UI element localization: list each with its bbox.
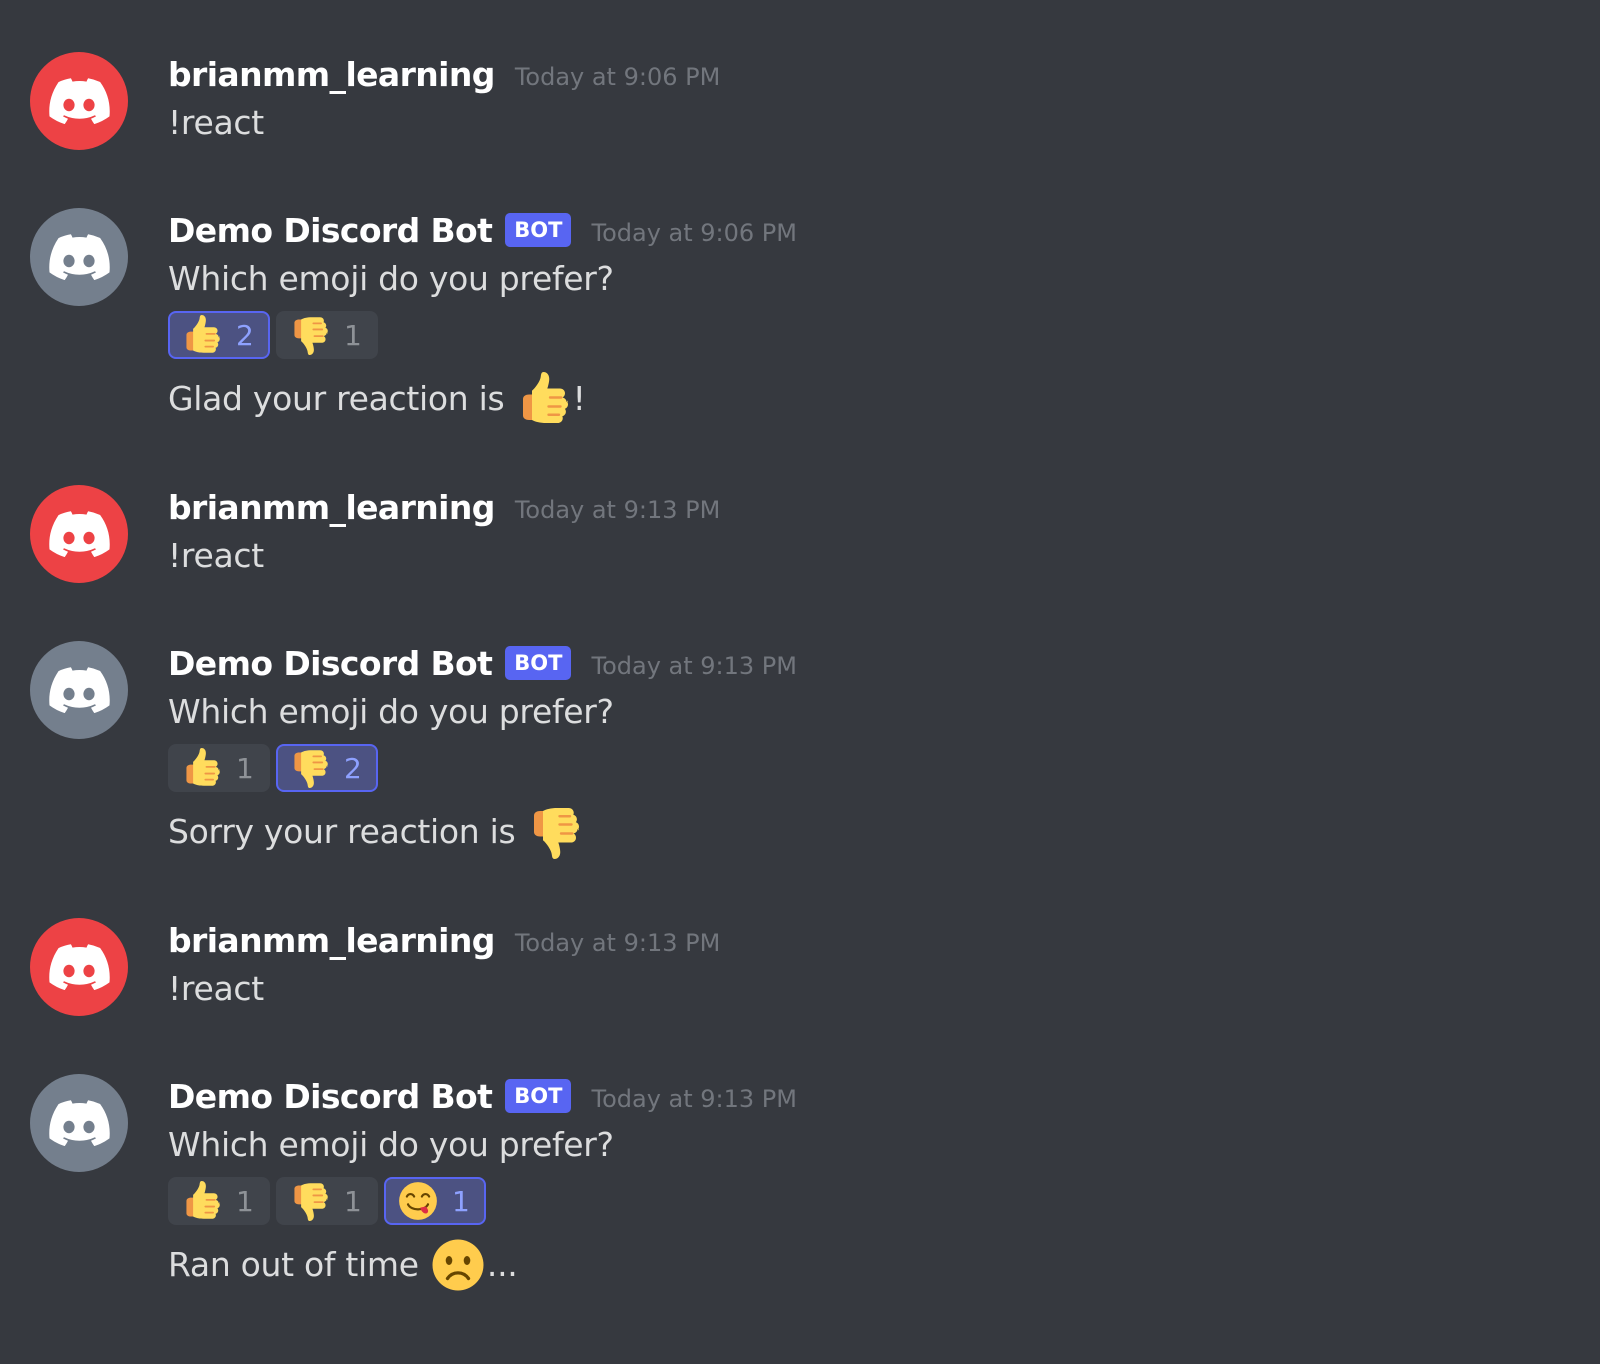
timestamp: Today at 9:13 PM (591, 1085, 797, 1113)
followup-text-before: Sorry your reaction is (168, 812, 526, 851)
bot-tag: BOT (505, 1079, 572, 1113)
timestamp: Today at 9:06 PM (514, 63, 721, 91)
message-text: Which emoji do you prefer? (168, 259, 614, 298)
thumbs-down-icon (290, 1181, 330, 1221)
reaction-bar: 12 (168, 742, 1568, 794)
username[interactable]: brianmm_learning (168, 921, 495, 960)
reaction-bar: 1 1 1 (168, 1175, 1568, 1227)
username[interactable]: brianmm_learning (168, 488, 495, 527)
message-header: Demo Discord Bot BOT Today at 9:13 PM (168, 1074, 1568, 1118)
timestamp: Today at 9:13 PM (591, 652, 797, 680)
reaction-count: 1 (236, 751, 254, 785)
reaction-thumbs-up[interactable]: 1 (168, 744, 270, 792)
reaction-count: 1 (236, 1184, 254, 1218)
message-body: Demo Discord Bot BOT Today at 9:13 PM Wh… (168, 1074, 1568, 1292)
reaction-thumbs-down[interactable]: 2 (276, 744, 378, 792)
avatar[interactable] (30, 641, 128, 739)
thumbs-up-icon (182, 315, 222, 355)
followup-text-after: ! (572, 379, 586, 418)
message-text: Which emoji do you prefer? (168, 692, 614, 731)
reaction-count: 1 (452, 1184, 470, 1218)
bot-tag: BOT (505, 213, 572, 247)
timestamp: Today at 9:13 PM (514, 929, 721, 957)
reaction-count: 1 (344, 318, 362, 352)
yum-face-icon (398, 1181, 438, 1221)
reaction-bar: 21 (168, 309, 1568, 361)
chat-message-list: brianmm_learning Today at 9:06 PM !react… (0, 0, 1600, 1364)
username[interactable]: Demo Discord Bot (168, 1077, 493, 1116)
thumbs-up-icon (182, 748, 222, 788)
reaction-yum-face[interactable]: 1 (384, 1177, 486, 1225)
followup-text-before: Glad your reaction is (168, 379, 515, 418)
message-header: brianmm_learning Today at 9:13 PM (168, 485, 1568, 529)
followup-text: Ran out of time ... (168, 1238, 1568, 1292)
reaction-thumbs-down[interactable]: 1 (276, 311, 378, 359)
thumbs-up-icon (517, 372, 571, 426)
message-header: Demo Discord Bot BOT Today at 9:13 PM (168, 641, 1568, 685)
thumbs-down-icon (290, 748, 330, 788)
timestamp: Today at 9:13 PM (514, 496, 721, 524)
message-text: !react (168, 103, 264, 142)
avatar[interactable] (30, 1074, 128, 1172)
thumbs-up-icon (182, 1181, 222, 1221)
followup-text-before: Ran out of time (168, 1245, 429, 1284)
message-text: Which emoji do you prefer? (168, 1125, 614, 1164)
username[interactable]: Demo Discord Bot (168, 211, 493, 250)
thumbs-down-icon (528, 805, 582, 859)
reaction-count: 2 (344, 751, 362, 785)
followup-text: Sorry your reaction is (168, 805, 1568, 859)
message-body: brianmm_learning Today at 9:06 PM !react (168, 52, 1568, 150)
followup-text: Glad your reaction is ! (168, 372, 1568, 426)
reaction-count: 2 (236, 318, 254, 352)
frowning-face-icon (431, 1238, 485, 1292)
username[interactable]: brianmm_learning (168, 55, 495, 94)
avatar[interactable] (30, 918, 128, 1016)
message-text: !react (168, 536, 264, 575)
reaction-thumbs-down[interactable]: 1 (276, 1177, 378, 1225)
bot-tag: BOT (505, 646, 572, 680)
message-body: Demo Discord Bot BOT Today at 9:13 PM Wh… (168, 641, 1568, 859)
thumbs-down-icon (290, 315, 330, 355)
username[interactable]: Demo Discord Bot (168, 644, 493, 683)
reaction-count: 1 (344, 1184, 362, 1218)
message-body: brianmm_learning Today at 9:13 PM !react (168, 485, 1568, 583)
avatar[interactable] (30, 52, 128, 150)
message-header: Demo Discord Bot BOT Today at 9:06 PM (168, 208, 1568, 252)
timestamp: Today at 9:06 PM (591, 219, 797, 247)
followup-text-after: ... (486, 1245, 518, 1284)
reaction-thumbs-up[interactable]: 2 (168, 311, 270, 359)
message-body: brianmm_learning Today at 9:13 PM !react (168, 918, 1568, 1016)
message-header: brianmm_learning Today at 9:06 PM (168, 52, 1568, 96)
reaction-thumbs-up[interactable]: 1 (168, 1177, 270, 1225)
message-header: brianmm_learning Today at 9:13 PM (168, 918, 1568, 962)
message-text: !react (168, 969, 264, 1008)
avatar[interactable] (30, 485, 128, 583)
message-body: Demo Discord Bot BOT Today at 9:06 PM Wh… (168, 208, 1568, 426)
avatar[interactable] (30, 208, 128, 306)
